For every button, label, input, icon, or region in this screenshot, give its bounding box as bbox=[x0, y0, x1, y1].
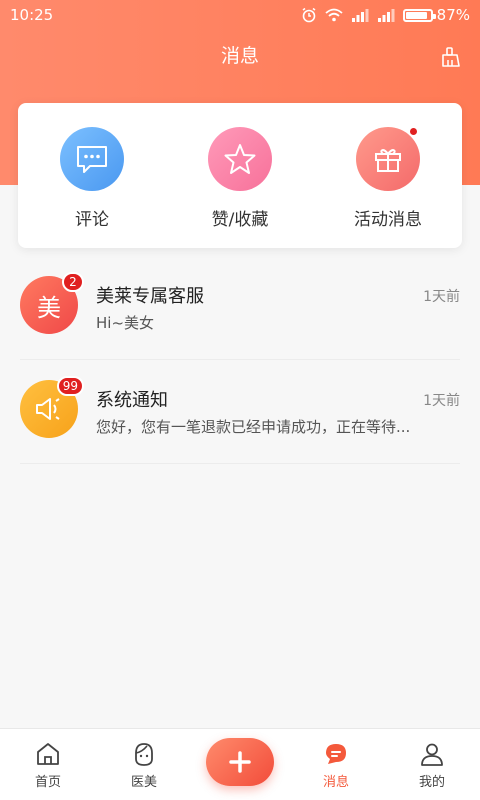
star-icon bbox=[224, 144, 256, 174]
quick-action-label: 活动消息 bbox=[354, 210, 422, 230]
status-bar: 10:25 87% bbox=[0, 0, 480, 30]
comment-icon bbox=[77, 146, 107, 173]
message-time: 1天前 bbox=[423, 289, 460, 305]
battery-icon bbox=[402, 8, 436, 22]
avatar: 美 2 bbox=[20, 272, 84, 334]
megaphone-icon bbox=[36, 398, 60, 420]
message-title: 美莱专属客服 bbox=[96, 286, 204, 307]
message-item[interactable]: 99 系统通知 您好，您有一笔退款已经申请成功，正在等待... 1天前 bbox=[20, 360, 460, 464]
quick-action-events[interactable]: 活动消息 bbox=[318, 127, 458, 230]
battery-indicator: 87% bbox=[402, 6, 470, 24]
tab-profile[interactable]: 我的 bbox=[387, 741, 477, 790]
plus-icon bbox=[229, 751, 251, 773]
message-list: 美 2 美莱专属客服 Hi~美女 1天前 99 系统通知 您好，您有一笔退款已经… bbox=[0, 256, 480, 464]
avatar: 99 bbox=[20, 376, 84, 438]
quick-action-label: 赞/收藏 bbox=[211, 210, 269, 230]
message-title: 系统通知 bbox=[96, 390, 168, 411]
status-icons: 87% bbox=[301, 6, 470, 24]
message-item[interactable]: 美 2 美莱专属客服 Hi~美女 1天前 bbox=[20, 256, 460, 360]
tab-label: 消息 bbox=[322, 775, 349, 790]
broom-icon bbox=[442, 47, 460, 67]
page-title: 消息 bbox=[220, 45, 259, 67]
quick-action-likes[interactable]: 赞/收藏 bbox=[170, 127, 310, 230]
wifi-icon bbox=[325, 8, 343, 22]
message-preview: 您好，您有一笔退款已经申请成功，正在等待... bbox=[96, 418, 411, 436]
clear-messages-button[interactable] bbox=[438, 44, 464, 70]
message-preview: Hi~美女 bbox=[96, 314, 155, 332]
battery-percent: 87% bbox=[436, 6, 470, 24]
comment-circle bbox=[60, 127, 124, 191]
unread-badge: 99 bbox=[56, 376, 84, 396]
avatar-text: 美 bbox=[37, 293, 61, 322]
tab-label: 首页 bbox=[34, 775, 61, 790]
user-icon bbox=[421, 743, 443, 766]
tab-medical-beauty[interactable]: 医美 bbox=[99, 741, 189, 790]
quick-action-label: 评论 bbox=[75, 210, 109, 230]
status-time: 10:25 bbox=[10, 6, 54, 24]
message-icon bbox=[326, 744, 346, 764]
tab-label: 我的 bbox=[418, 775, 445, 790]
tab-label: 医美 bbox=[130, 775, 157, 790]
tab-home[interactable]: 首页 bbox=[3, 741, 93, 790]
face-icon bbox=[135, 743, 153, 766]
bottom-tab-bar: 首页 医美 消息 我的 bbox=[0, 728, 480, 800]
add-button[interactable] bbox=[206, 738, 274, 786]
alarm-icon bbox=[302, 7, 316, 23]
quick-actions-card: 评论 赞/收藏 活动消息 bbox=[18, 103, 462, 248]
signal-icon bbox=[351, 9, 369, 22]
gift-icon bbox=[375, 149, 401, 172]
star-circle bbox=[208, 127, 272, 191]
tab-messages[interactable]: 消息 bbox=[291, 741, 381, 790]
gift-circle bbox=[356, 127, 420, 191]
signal-icon bbox=[377, 9, 395, 22]
message-time: 1天前 bbox=[423, 393, 460, 409]
tab-add[interactable] bbox=[195, 738, 285, 790]
notification-dot bbox=[409, 127, 418, 136]
unread-badge: 2 bbox=[62, 272, 84, 292]
quick-action-comments[interactable]: 评论 bbox=[22, 127, 162, 230]
home-icon bbox=[37, 743, 59, 765]
